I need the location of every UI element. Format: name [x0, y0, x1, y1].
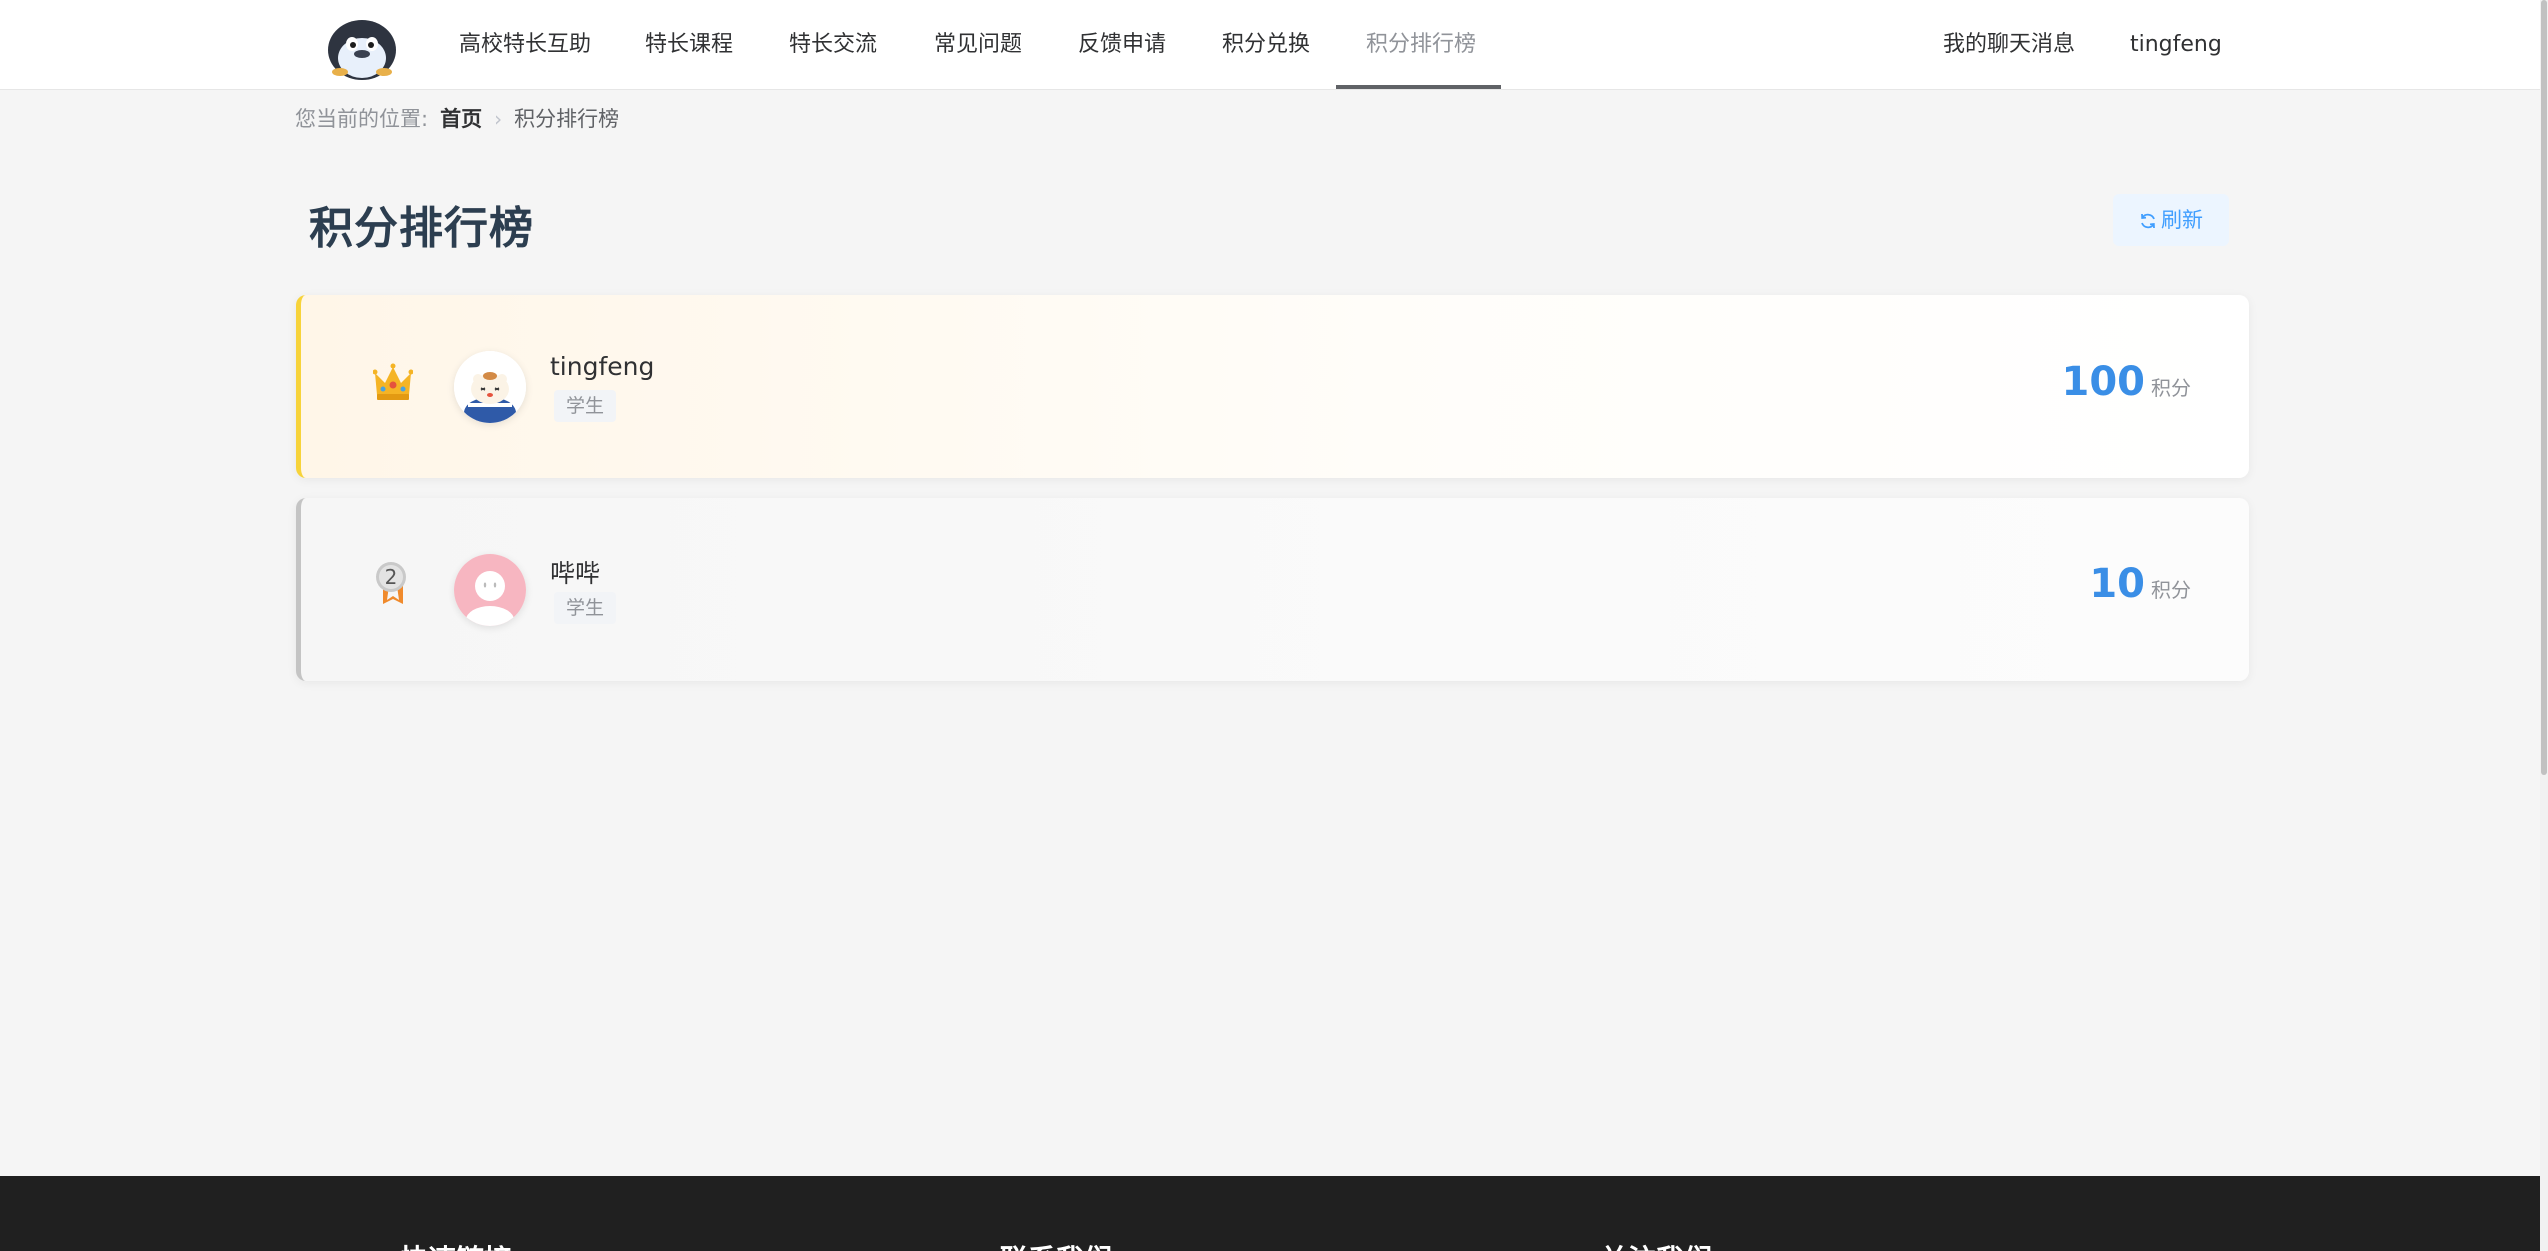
breadcrumb-prefix: 您当前的位置:: [295, 107, 429, 131]
footer: 快速链接 联系我们 关注我们: [0, 1176, 2540, 1251]
role-tag: 学生: [554, 592, 617, 624]
score-value: 100: [2061, 359, 2146, 405]
nav-item-faq[interactable]: 常见问题: [934, 0, 1022, 89]
nav-item-exchange[interactable]: 特长交流: [789, 0, 877, 89]
score-value: 10: [2089, 561, 2145, 607]
nav-item-courses[interactable]: 特长课程: [645, 0, 733, 89]
score-unit: 积分: [2151, 578, 2191, 602]
my-messages-link[interactable]: 我的聊天消息: [1943, 0, 2075, 89]
refresh-label: 刷新: [2161, 208, 2203, 232]
footer-contact-heading: 联系我们: [1000, 1238, 1112, 1251]
score: 10 积分: [2089, 561, 2191, 607]
medal-number: 2: [385, 565, 398, 589]
page-title: 积分排行榜: [309, 203, 534, 254]
score: 100 积分: [2062, 359, 2192, 405]
nav-item-feedback[interactable]: 反馈申请: [1078, 0, 1166, 89]
active-nav-indicator: [1336, 85, 1501, 89]
score-unit: 积分: [2151, 376, 2191, 400]
penguin-logo-icon[interactable]: [326, 14, 398, 80]
user-name[interactable]: tingfeng: [550, 352, 654, 381]
leaderboard-row[interactable]: 2 哔哔 学生 10 积分: [296, 498, 2249, 681]
crown-icon: [372, 361, 414, 405]
chevron-right-icon: ›: [494, 107, 503, 131]
avatar[interactable]: [454, 351, 526, 423]
role-tag: 学生: [554, 390, 617, 422]
avatar[interactable]: [454, 554, 526, 626]
footer-follow-heading: 关注我们: [1600, 1238, 1712, 1251]
breadcrumb: 您当前的位置: 首页 › 积分排行榜: [295, 104, 619, 134]
footer-quick-links-heading: 快速链接: [400, 1238, 512, 1251]
breadcrumb-current: 积分排行榜: [514, 107, 620, 131]
scrollbar-thumb[interactable]: [2541, 0, 2547, 775]
user-name[interactable]: 哔哔: [550, 554, 600, 590]
leaderboard-row[interactable]: tingfeng 学生 100 积分: [296, 295, 2249, 478]
breadcrumb-home-link[interactable]: 首页: [440, 107, 482, 131]
refresh-button[interactable]: 刷新: [2113, 194, 2229, 246]
silver-medal-icon: 2: [373, 560, 413, 604]
nav-item-leaderboard[interactable]: 积分排行榜: [1366, 0, 1476, 89]
user-menu[interactable]: tingfeng: [2130, 0, 2222, 89]
refresh-icon: [2139, 208, 2161, 232]
nav-item-points-exchange[interactable]: 积分兑换: [1222, 0, 1310, 89]
nav-item-campus-help[interactable]: 高校特长互助: [459, 0, 591, 89]
top-navbar: 高校特长互助 特长课程 特长交流 常见问题 反馈申请 积分兑换 积分排行榜 我的…: [0, 0, 2540, 90]
